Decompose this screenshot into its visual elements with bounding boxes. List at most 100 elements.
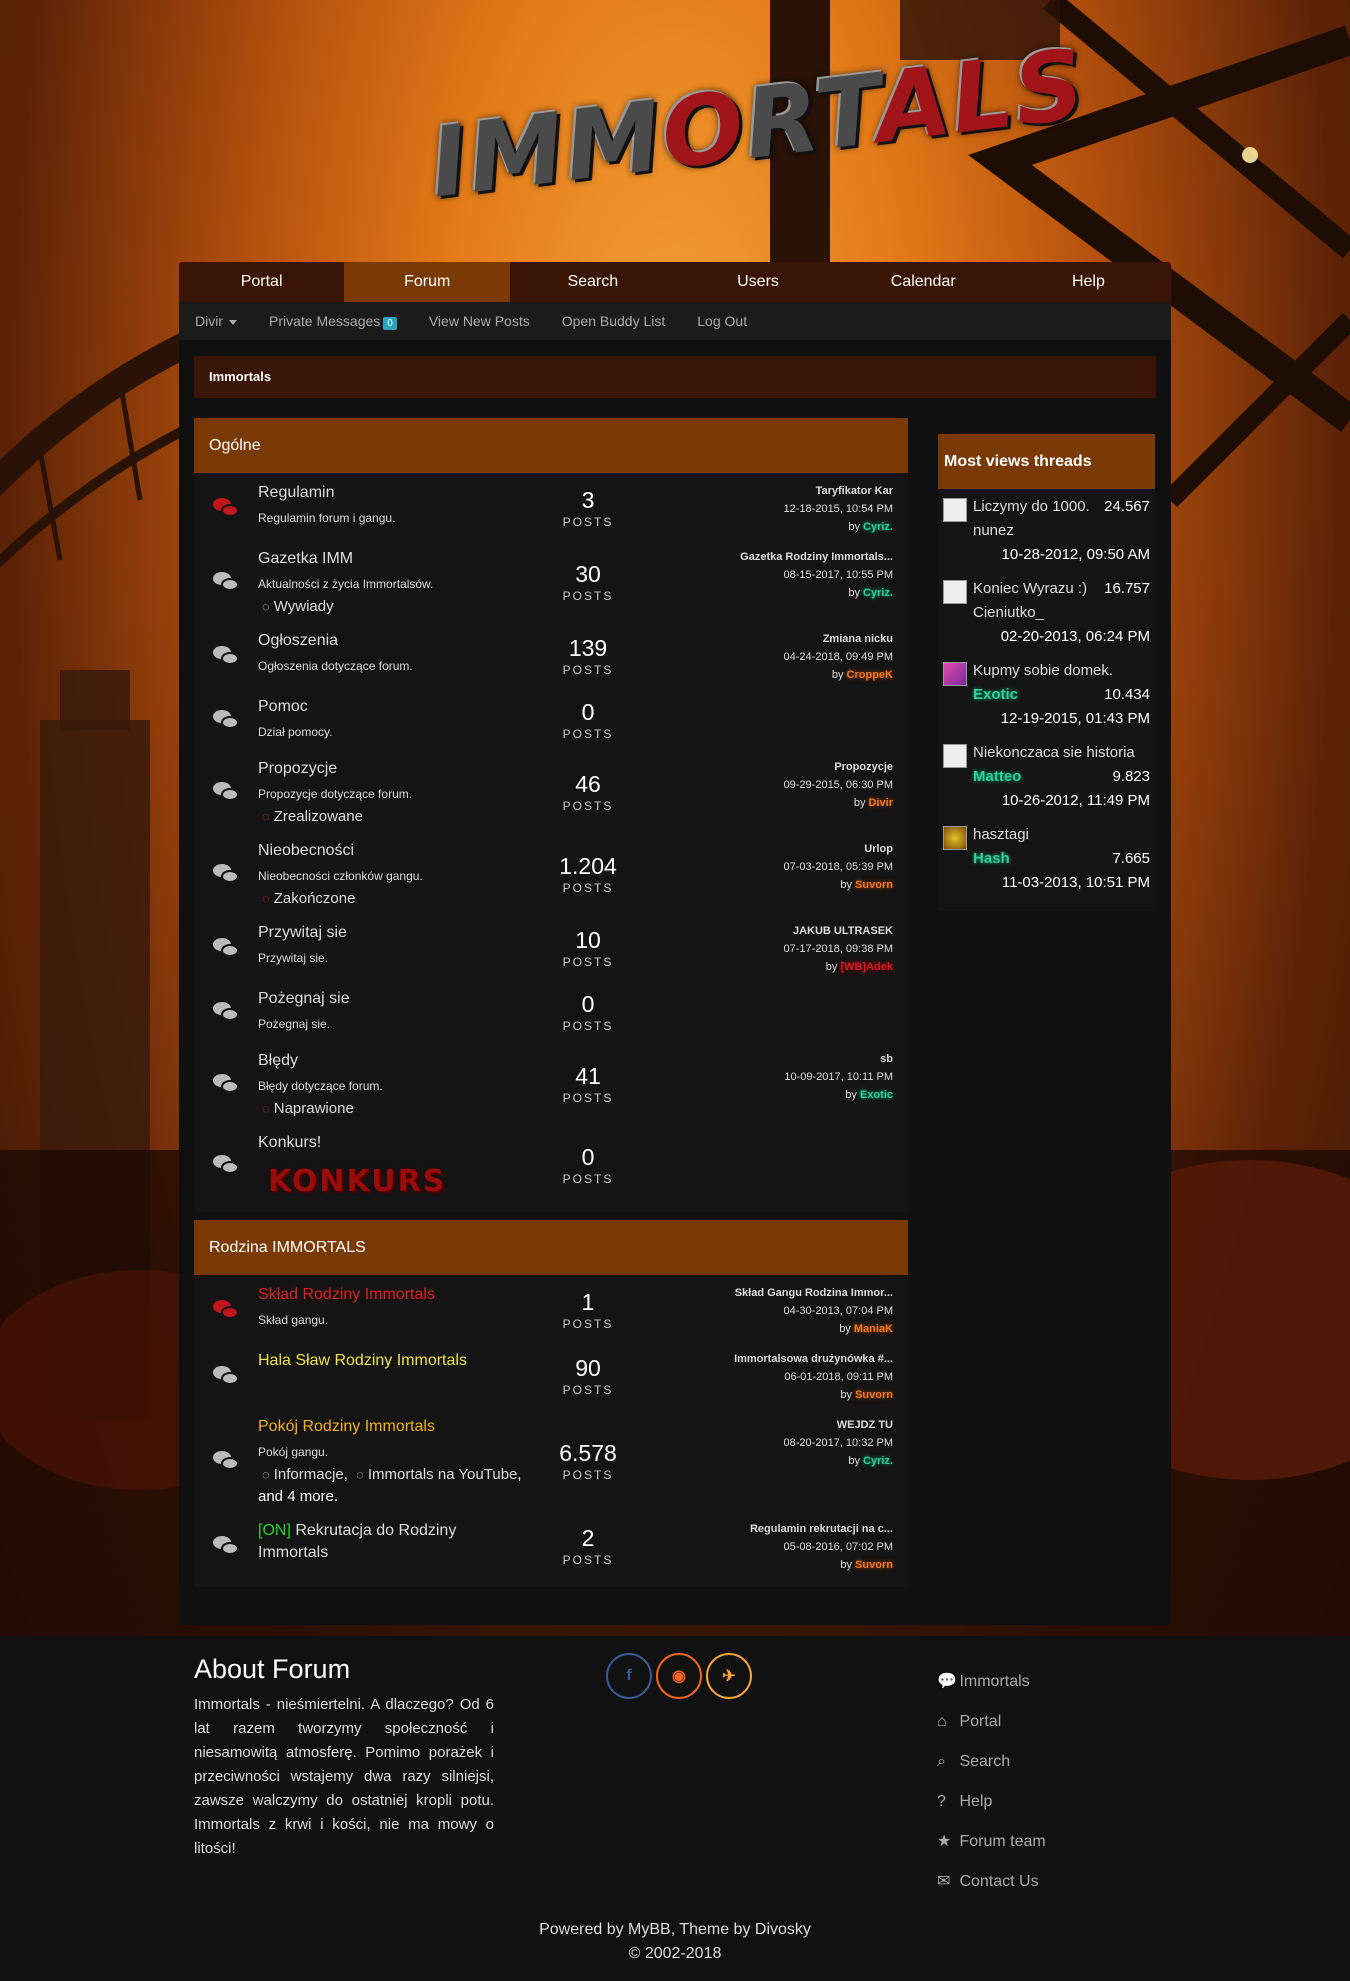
thread-author[interactable]: nunez <box>973 519 1150 543</box>
forum-title-link[interactable]: Ogłoszenia <box>258 630 528 652</box>
author-link[interactable]: Divir <box>869 797 893 809</box>
subforum-link[interactable]: ◌ Naprawione <box>258 1098 528 1120</box>
footer-link-immortals[interactable]: 💬 Immortals <box>937 1670 1046 1694</box>
posts-label: POSTS <box>562 1383 614 1397</box>
thread-title[interactable]: Koniec Wyrazu :) <box>973 577 1087 601</box>
thread-title[interactable]: Liczymy do 1000. <box>973 495 1090 519</box>
subforum-link[interactable]: Informacje <box>274 1466 344 1483</box>
user-menu-dropdown[interactable]: Divir <box>195 313 237 329</box>
forum-title-link[interactable]: Regulamin <box>258 482 528 504</box>
view-count: 10.434 <box>1104 686 1150 703</box>
last-post: Immortalsowa drużynówka #... 06-01-2018, … <box>648 1348 908 1404</box>
logout-link[interactable]: Log Out <box>697 313 747 329</box>
last-post-title[interactable]: Immortalsowa drużynówka #... <box>648 1350 893 1368</box>
category-header[interactable]: Ogólne <box>194 418 908 473</box>
konkurs-banner[interactable]: KONKURS <box>258 1164 528 1199</box>
forum-description: Błędy dotyczące forum. <box>258 1079 383 1093</box>
forum-title-link[interactable]: Pożegnaj sie <box>258 988 528 1010</box>
forum-title-link[interactable]: Skład Rodziny Immortals <box>258 1284 528 1306</box>
author-link[interactable]: Cyriz. <box>863 587 893 599</box>
forum-title-link[interactable]: Propozycje <box>258 758 528 780</box>
nav-users[interactable]: Users <box>675 262 840 302</box>
private-messages-link[interactable]: Private Messages 0 <box>269 313 397 330</box>
author-link[interactable]: Exotic <box>860 1089 893 1101</box>
buddy-list-link[interactable]: Open Buddy List <box>562 313 666 329</box>
nav-portal[interactable]: Portal <box>179 262 344 302</box>
forum-title-link[interactable]: Błędy <box>258 1050 528 1072</box>
sidebar-thread[interactable]: Koniec Wyrazu :) 16.757 Cieniutko_ 02-20-20… <box>943 577 1150 649</box>
last-post-date: 05-08-2016, 07:02 PM <box>783 1541 893 1553</box>
thread-title[interactable]: hasztagi <box>973 823 1029 847</box>
forum-row: Regulamin Regulamin forum i gangu. 3 POSTS T… <box>194 475 908 541</box>
nav-forum[interactable]: Forum <box>344 262 511 302</box>
footer-link-portal[interactable]: ⌂ Portal <box>937 1710 1046 1734</box>
sidebar-thread[interactable]: Niekonczaca sie historia Matteo 9.823 10-26… <box>943 741 1150 813</box>
footer-link-forum-team[interactable]: ★ Forum team <box>937 1830 1046 1854</box>
breadcrumb-home[interactable]: Immortals <box>209 369 271 384</box>
forum-title-link[interactable]: Gazetka IMM <box>258 548 528 570</box>
nav-search[interactable]: Search <box>510 262 675 302</box>
last-post-title[interactable]: Taryfikator Kar <box>648 482 893 500</box>
thread-author[interactable]: Cieniutko_ <box>973 601 1150 625</box>
thread-title[interactable]: Niekonczaca sie historia <box>973 741 1135 765</box>
forum-title-link[interactable]: [ON] Rekrutacja do Rodziny Immortals <box>258 1520 528 1564</box>
author-link[interactable]: ManiaK <box>854 1323 893 1335</box>
copyright: Powered by MyBB, Theme by Divosky © 2002… <box>0 1918 1350 1966</box>
last-post-date: 04-24-2018, 09:49 PM <box>783 651 893 663</box>
forum-title-link[interactable]: Pokój Rodziny Immortals <box>258 1416 528 1438</box>
author-link[interactable]: Suvorn <box>855 879 893 891</box>
last-post-title[interactable]: Skład Gangu Rodzina Immor... <box>648 1284 893 1302</box>
author-link[interactable]: Suvorn <box>855 1559 893 1571</box>
posts-label: POSTS <box>562 1171 614 1186</box>
facebook-icon[interactable]: f <box>606 1653 652 1699</box>
nav-calendar[interactable]: Calendar <box>841 262 1006 302</box>
subforum-link[interactable]: ◌ Zakończone <box>258 888 528 910</box>
footer-link-contact[interactable]: ✉ Contact Us <box>937 1870 1046 1894</box>
sidebar-thread[interactable]: hasztagi Hash 7.665 11-03-2013, 10:51 PM <box>943 823 1150 895</box>
author-link[interactable]: [WB]Adek <box>840 961 893 973</box>
site-logo[interactable]: IMMORTALS <box>425 28 1092 228</box>
forum-row: [ON] Rekrutacja do Rodziny Immortals 2 POS… <box>194 1513 908 1579</box>
nav-help[interactable]: Help <box>1006 262 1171 302</box>
subforum-link[interactable]: Immortals na YouTube <box>368 1466 518 1483</box>
forum-title-link[interactable]: Hala Sław Rodziny Immortals <box>258 1350 528 1372</box>
forum-title-link[interactable]: Konkurs! <box>258 1132 528 1154</box>
last-post-title[interactable]: JAKUB ULTRASEK <box>648 922 893 940</box>
powered-by: Powered by MyBB, Theme by Divosky <box>539 1921 811 1938</box>
forum-description: Pożegnaj sie. <box>258 1017 331 1031</box>
thread-author[interactable]: Exotic <box>973 683 1018 707</box>
last-post-author: by Suvorn <box>840 1389 893 1401</box>
author-link[interactable]: Cyriz. <box>863 521 893 533</box>
last-post-title[interactable]: Zmiana nicku <box>648 630 893 648</box>
plane-icon[interactable]: ✈ <box>706 1653 752 1699</box>
thread-author[interactable]: Matteo <box>973 765 1021 789</box>
last-post-title[interactable]: Propozycje <box>648 758 893 776</box>
forum-title-link[interactable]: Nieobecności <box>258 840 528 862</box>
last-post-date: 12-18-2015, 10:54 PM <box>783 503 893 515</box>
author-link[interactable]: Suvorn <box>855 1389 893 1401</box>
last-post-title[interactable]: WEJDZ TU <box>648 1416 893 1434</box>
last-post-title[interactable]: Urlop <box>648 840 893 858</box>
last-post-title[interactable]: Regulamin rekrutacji na c... <box>648 1520 893 1538</box>
forum-title-link[interactable]: Pomoc <box>258 696 528 718</box>
view-new-posts-link[interactable]: View New Posts <box>429 313 530 329</box>
last-post-title[interactable]: sb <box>648 1050 893 1068</box>
thread-title[interactable]: Kupmy sobie domek. <box>973 659 1113 683</box>
subforum-link[interactable]: ◌ Zrealizowane <box>258 806 528 828</box>
status-prefix: [ON] <box>258 1522 291 1539</box>
sidebar-thread[interactable]: Kupmy sobie domek. Exotic 10.434 12-19-2015… <box>943 659 1150 731</box>
category-header[interactable]: Rodzina IMMORTALS <box>194 1220 908 1275</box>
subforum-link[interactable]: ◌ Wywiady <box>258 596 528 618</box>
author-link[interactable]: CroppeK <box>847 669 893 681</box>
author-link[interactable]: Cyriz. <box>863 1455 893 1467</box>
sidebar-thread[interactable]: Liczymy do 1000. 24.567 nunez 10-28-2012, 0… <box>943 495 1150 567</box>
last-post-title[interactable]: Gazetka Rodziny Immortals... <box>648 548 893 566</box>
rss-icon[interactable]: ◉ <box>656 1653 702 1699</box>
last-post <box>648 694 908 746</box>
footer-link-help[interactable]: ? Help <box>937 1790 1046 1814</box>
footer-link-search[interactable]: ⌕ Search <box>937 1750 1046 1774</box>
last-post-author: by Suvorn <box>840 1559 893 1571</box>
forum-title-link[interactable]: Przywitaj sie <box>258 922 528 944</box>
last-post-date: 07-03-2018, 05:39 PM <box>783 861 893 873</box>
thread-author[interactable]: Hash <box>973 847 1010 871</box>
